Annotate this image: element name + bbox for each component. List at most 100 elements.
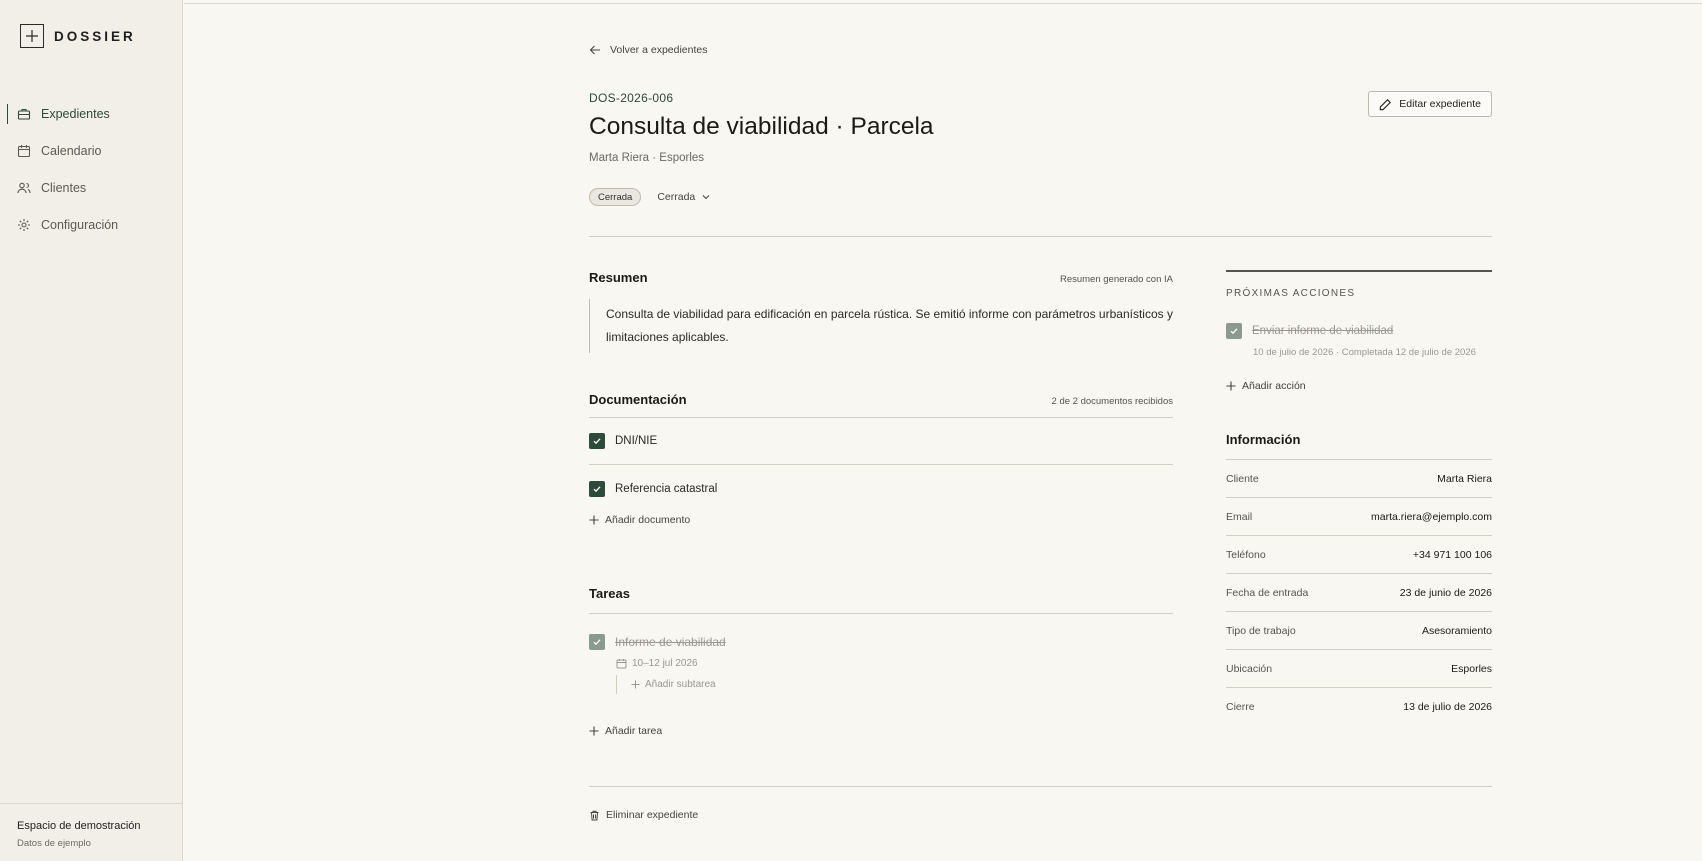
- info-row: Cierre 13 de julio de 2026: [1226, 688, 1492, 726]
- plus-icon: [631, 680, 640, 689]
- brand-name: DOSSIER: [54, 28, 136, 44]
- briefcase-icon: [17, 107, 31, 121]
- document-label: Referencia catastral: [615, 482, 718, 495]
- documents-header: Documentación 2 de 2 documentos recibido…: [589, 392, 1173, 418]
- check-icon: [593, 639, 601, 646]
- task-label: Informe de viabilidad: [615, 635, 726, 649]
- add-document-label: Añadir documento: [605, 514, 691, 526]
- workspace-info[interactable]: Espacio de demostración Datos de ejemplo: [0, 803, 183, 861]
- document-label: DNI/NIE: [615, 435, 658, 447]
- workspace-subtitle: Datos de ejemplo: [17, 838, 91, 849]
- info-value: 13 de julio de 2026: [1403, 701, 1492, 713]
- info-label: Fecha de entrada: [1226, 586, 1309, 599]
- delete-case-button[interactable]: Eliminar expediente: [589, 809, 698, 821]
- info-label: Ubicación: [1226, 662, 1273, 675]
- back-link[interactable]: Volver a expedientes: [589, 44, 707, 56]
- plus-icon: [589, 726, 599, 736]
- delete-case-label: Eliminar expediente: [606, 809, 699, 821]
- edit-case-button[interactable]: Editar expediente: [1368, 91, 1492, 117]
- check-icon: [593, 485, 601, 492]
- status-badge: Cerrada: [589, 188, 642, 206]
- case-subtitle: Marta Riera · Esporles: [589, 152, 705, 164]
- sidebar-item-label: Expedientes: [41, 106, 110, 121]
- add-subtask-label: Añadir subtarea: [645, 679, 716, 690]
- add-document-button[interactable]: Añadir documento: [589, 514, 1173, 526]
- info-title: Información: [1226, 432, 1492, 460]
- info-row: Email marta.riera@ejemplo.com: [1226, 498, 1492, 536]
- gear-icon: [17, 218, 31, 232]
- brand-logo[interactable]: DOSSIER: [20, 24, 136, 48]
- documents-count: 2 de 2 documentos recibidos: [1051, 396, 1173, 407]
- header-divider: [589, 236, 1492, 237]
- add-task-label: Añadir tarea: [605, 725, 663, 737]
- next-actions: PRÓXIMAS ACCIONES Enviar informe de viab…: [1226, 270, 1492, 392]
- case-id: DOS-2026-006: [589, 91, 674, 105]
- task-date-value: 10–12 jul 2026: [632, 658, 698, 669]
- status-select[interactable]: Cerrada: [657, 191, 711, 203]
- chevron-down-icon: [702, 195, 710, 200]
- email-link[interactable]: marta.riera@ejemplo.com: [1371, 511, 1492, 523]
- tasks-section: Tareas Informe de viabilidad 10–12 jul 2…: [589, 586, 1173, 737]
- workspace-name: Espacio de demostración: [17, 820, 141, 832]
- sidebar-item-expedientes[interactable]: Expedientes: [0, 95, 183, 132]
- info-value: Marta Riera: [1437, 472, 1492, 485]
- task-item[interactable]: Informe de viabilidad: [589, 634, 1173, 650]
- next-actions-title: PRÓXIMAS ACCIONES: [1226, 288, 1356, 299]
- documents-section: Documentación 2 de 2 documentos recibido…: [589, 392, 1173, 526]
- phone-link[interactable]: +34 971 100 106: [1413, 549, 1492, 561]
- edit-case-label: Editar expediente: [1399, 98, 1481, 110]
- action-meta: 10 de julio de 2026 · Completada 12 de j…: [1253, 347, 1476, 358]
- calendar-icon: [17, 144, 31, 158]
- calendar-icon: [616, 659, 627, 669]
- sidebar-item-calendario[interactable]: Calendario: [0, 132, 183, 169]
- documents-title: Documentación: [589, 392, 687, 407]
- sidebar-item-label: Configuración: [41, 217, 119, 232]
- check-icon: [1230, 328, 1238, 335]
- sidebar-nav: Expedientes Calendario Clientes Configur…: [0, 95, 183, 243]
- document-item[interactable]: Referencia catastral: [589, 465, 1173, 512]
- checkbox-checked[interactable]: [589, 480, 605, 497]
- document-item[interactable]: DNI/NIE: [589, 418, 1173, 465]
- info-row: Fecha de entrada 23 de junio de 2026: [1226, 574, 1492, 612]
- main-column: Resumen Resumen generado con IA Consulta…: [589, 270, 1173, 737]
- info-section: Información Cliente Marta Riera Email ma…: [1226, 432, 1492, 726]
- status-row: Cerrada Cerrada: [589, 188, 711, 206]
- action-label: Enviar informe de viabilidad: [1252, 325, 1394, 337]
- checkbox-checked[interactable]: [589, 433, 605, 449]
- checkbox-checked[interactable]: [589, 634, 605, 650]
- info-row: Cliente Marta Riera: [1226, 460, 1492, 498]
- info-label: Email: [1226, 510, 1253, 523]
- sidebar-item-label: Calendario: [41, 143, 102, 158]
- action-item[interactable]: Enviar informe de viabilidad: [1226, 323, 1492, 339]
- info-label: Cierre: [1226, 701, 1255, 713]
- checkbox-checked[interactable]: [1226, 323, 1242, 339]
- add-task-button[interactable]: Añadir tarea: [589, 725, 1173, 737]
- pencil-icon: [1380, 98, 1392, 110]
- info-row: Teléfono +34 971 100 106: [1226, 536, 1492, 574]
- tasks-header: Tareas: [589, 586, 1173, 614]
- add-subtask-button[interactable]: Añadir subtarea: [616, 675, 1173, 694]
- footer-divider: [589, 786, 1492, 787]
- sidebar-item-configuracion[interactable]: Configuración: [0, 206, 183, 243]
- info-value: 23 de junio de 2026: [1399, 586, 1492, 599]
- back-label: Volver a expedientes: [610, 44, 708, 56]
- info-row: Tipo de trabajo Asesoramiento: [1226, 612, 1492, 650]
- check-icon: [593, 438, 601, 445]
- status-select-value: Cerrada: [657, 191, 696, 203]
- page-title: Consulta de viabilidad · Parcela: [589, 113, 934, 140]
- sidebar-item-clientes[interactable]: Clientes: [0, 169, 183, 206]
- plus-icon: [20, 24, 44, 48]
- info-label: Tipo de trabajo: [1226, 624, 1296, 637]
- users-icon: [17, 181, 31, 195]
- task-date: 10–12 jul 2026: [616, 658, 1173, 669]
- info-value: Esporles: [1451, 662, 1492, 675]
- sidebar: DOSSIER Expedientes Calendario Clientes …: [0, 0, 183, 861]
- plus-icon: [1226, 381, 1236, 391]
- info-row: Ubicación Esporles: [1226, 650, 1492, 688]
- summary-title: Resumen: [589, 270, 648, 285]
- summary-header: Resumen Resumen generado con IA: [589, 270, 1173, 285]
- side-column: PRÓXIMAS ACCIONES Enviar informe de viab…: [1226, 270, 1492, 726]
- info-label: Cliente: [1226, 472, 1259, 485]
- add-action-button[interactable]: Añadir acción: [1226, 380, 1492, 392]
- summary-ai-note: Resumen generado con IA: [1059, 274, 1173, 285]
